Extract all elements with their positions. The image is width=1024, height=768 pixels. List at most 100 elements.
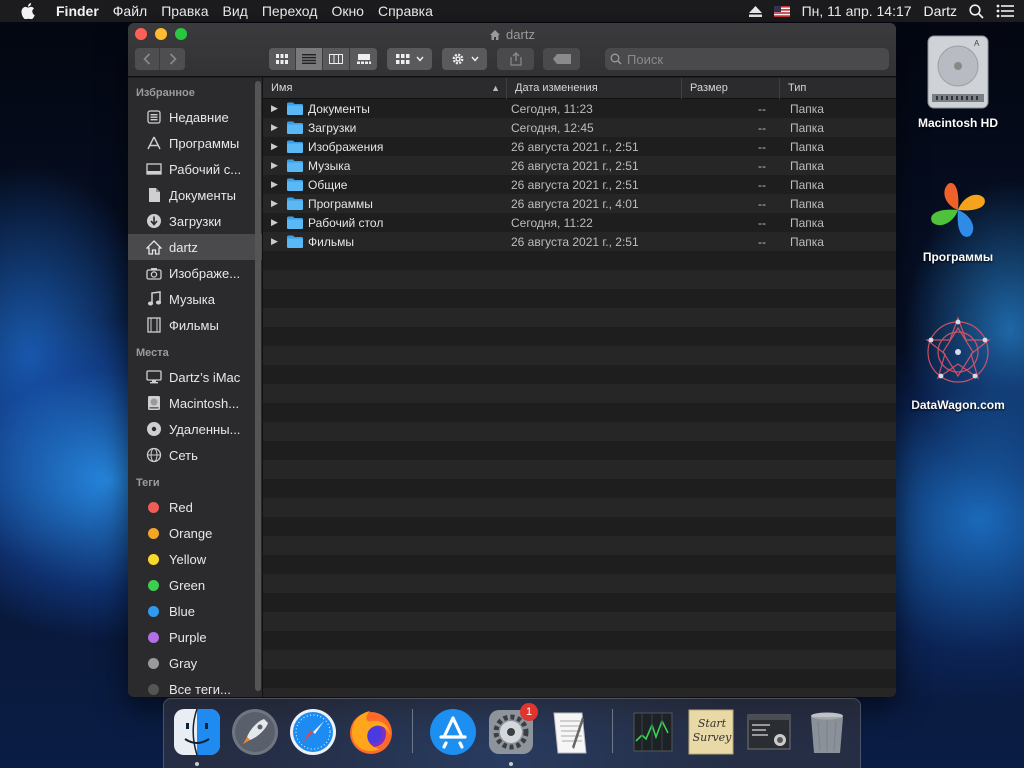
dock-launchpad[interactable] [230,707,280,757]
sidebar-tag-red[interactable]: Red [128,494,262,520]
desktop-item-label: DataWagon.com [911,398,1005,412]
dock-trash[interactable] [802,707,852,757]
column-view-button[interactable] [323,48,350,70]
gallery-view-button[interactable] [350,48,377,70]
sidebar-item-applications[interactable]: Программы [128,130,262,156]
tag-color-dot [148,527,159,539]
sidebar-tag-green[interactable]: Green [128,572,262,598]
column-header-date-modified[interactable]: Дата изменения [507,78,682,99]
empty-row [263,346,896,365]
sidebar-tag-purple[interactable]: Purple [128,624,262,650]
column-header-name[interactable]: Имя ▲ [263,78,507,99]
sidebar-item-desktop[interactable]: Рабочий с... [128,156,262,182]
table-row[interactable]: ▶ Рабочий стол Сегодня, 11:22 -- Папка [263,213,896,232]
group-by-button[interactable] [387,48,432,70]
dock-activity-monitor-doc[interactable] [628,707,678,757]
list-view-button[interactable] [296,48,323,70]
disclosure-triangle-icon[interactable]: ▶ [271,179,281,190]
sidebar-item-network[interactable]: Сеть [128,442,262,468]
sidebar-item-remote-disc[interactable]: Удаленны... [128,416,262,442]
sidebar-item-imac[interactable]: Dartz’s iMac [128,364,262,390]
sidebar-item-label: Музыка [169,291,215,307]
dock-stickies-note[interactable]: Start Survey [686,707,736,757]
disclosure-triangle-icon[interactable]: ▶ [271,160,281,171]
sidebar-item-label: Загрузки [169,213,222,229]
column-header-size[interactable]: Размер [682,78,780,99]
sidebar-tag-orange[interactable]: Orange [128,520,262,546]
sidebar-item-movies[interactable]: Фильмы [128,312,262,338]
dock-firefox[interactable] [346,707,396,757]
disclosure-triangle-icon[interactable]: ▶ [271,236,281,247]
menu-help[interactable]: Справка [371,0,440,22]
menu-edit[interactable]: Правка [154,0,215,22]
sidebar-item-recents[interactable]: Недавние [128,104,262,130]
disclosure-triangle-icon[interactable]: ▶ [271,141,281,152]
cell-kind: Папка [790,177,824,192]
table-row[interactable]: ▶ Документы Сегодня, 11:23 -- Папка [263,99,896,118]
menubar-user[interactable]: Dartz [924,3,957,19]
menu-view[interactable]: Вид [216,0,255,22]
file-name: Программы [308,196,373,211]
table-row[interactable]: ▶ Фильмы 26 августа 2021 г., 2:51 -- Папка [263,232,896,251]
disclosure-triangle-icon[interactable]: ▶ [271,122,281,133]
sidebar-item-music[interactable]: Музыка [128,286,262,312]
table-row[interactable]: ▶ Программы 26 августа 2021 г., 4:01 -- Папк… [263,194,896,213]
desktop-item-applications[interactable]: Программы [898,176,1018,264]
desktop-item-datawagon[interactable]: DataWagon.com [898,310,1018,412]
forward-button[interactable] [160,48,185,70]
sidebar-tag-yellow[interactable]: Yellow [128,546,262,572]
sidebar-item-documents[interactable]: Документы [128,182,262,208]
sidebar-item-home[interactable]: dartz [128,234,262,260]
sidebar-item-macintosh-hd[interactable]: Macintosh... [128,390,262,416]
empty-row [263,460,896,479]
search-input[interactable] [627,51,827,67]
chevron-down-icon [415,56,424,62]
apple-menu-icon[interactable] [0,3,56,19]
spotlight-search-icon[interactable] [969,3,984,19]
sidebar-item-label: Фильмы [169,317,219,333]
file-list: Имя ▲ Дата изменения Размер Тип ▶ Докумен… [263,78,896,697]
disclosure-triangle-icon[interactable]: ▶ [271,198,281,209]
column-header-kind[interactable]: Тип [780,78,896,99]
back-button[interactable] [135,48,160,70]
menu-file[interactable]: Файл [106,0,154,22]
desktop-item-macintosh-hd[interactable]: A Macintosh HD [898,32,1018,130]
tag-color-dot [148,631,159,643]
disclosure-triangle-icon[interactable]: ▶ [271,103,281,114]
sidebar-scrollbar[interactable] [255,81,261,691]
menubar-clock[interactable]: Пн, 11 апр. 14:17 [802,3,912,19]
notification-center-icon[interactable] [996,4,1014,18]
sidebar-item-pictures[interactable]: Изображе... [128,260,262,286]
menu-window[interactable]: Окно [324,0,371,22]
table-row[interactable]: ▶ Изображения 26 августа 2021 г., 2:51 -- Па… [263,137,896,156]
dock-app-store[interactable] [428,707,478,757]
dock-textedit[interactable] [544,707,594,757]
sidebar-tag-blue[interactable]: Blue [128,598,262,624]
dock-safari[interactable] [288,707,338,757]
table-row[interactable]: ▶ Общие 26 августа 2021 г., 2:51 -- Папка [263,175,896,194]
music-icon [145,290,163,308]
sidebar-item-downloads[interactable]: Загрузки [128,208,262,234]
share-button[interactable] [497,48,534,70]
search-field[interactable] [605,48,889,70]
eject-icon[interactable] [748,5,762,17]
disc-icon [145,420,163,438]
sidebar-tag-gray[interactable]: Gray [128,650,262,676]
recents-icon [145,108,163,126]
dock-screenshot-doc[interactable] [744,707,794,757]
icon-view-button[interactable] [269,48,296,70]
file-name: Общие [308,177,348,192]
disclosure-triangle-icon[interactable]: ▶ [271,217,281,228]
empty-row [263,270,896,289]
dock-system-preferences[interactable]: 1 [486,703,538,757]
edit-tags-button[interactable] [543,48,580,70]
menu-go[interactable]: Переход [255,0,325,22]
menu-app-finder[interactable]: Finder [56,0,106,22]
action-menu-button[interactable] [442,48,487,70]
dock-finder[interactable] [172,707,222,757]
table-row[interactable]: ▶ Загрузки Сегодня, 12:45 -- Папка [263,118,896,137]
table-row[interactable]: ▶ Музыка 26 августа 2021 г., 2:51 -- Папка [263,156,896,175]
textedit-icon [553,712,587,754]
input-source-flag-icon[interactable] [773,5,790,17]
sidebar-tag-all-tags[interactable]: Все теги... [128,676,262,697]
